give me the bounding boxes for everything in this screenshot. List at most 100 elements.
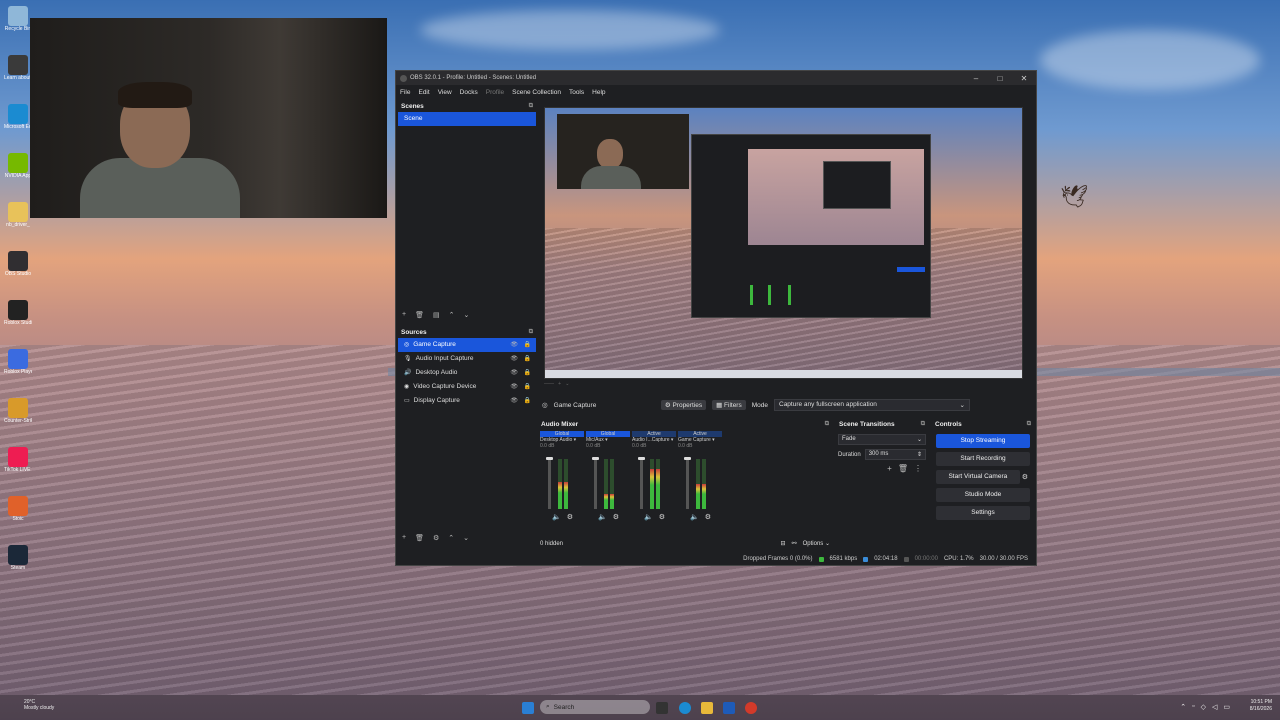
mute-speaker-icon[interactable]: 🔈 [690, 513, 699, 521]
visibility-eye-icon[interactable]: 👁 [510, 338, 518, 352]
scene-item[interactable]: Scene [398, 112, 536, 126]
remove-transition-icon[interactable]: 🗑 [898, 464, 908, 473]
visibility-eye-icon[interactable]: 👁 [510, 352, 518, 366]
volume-fader[interactable] [592, 457, 599, 509]
mute-speaker-icon[interactable]: 🔈 [598, 513, 607, 521]
start-recording-button[interactable]: Start Recording [936, 452, 1030, 466]
obs-window[interactable]: OBS 32.0.1 - Profile: Untitled - Scenes:… [395, 70, 1037, 566]
mixer-layout-icon[interactable]: ⊟ [781, 540, 786, 547]
taskbar-search[interactable]: ⌕ Search [540, 700, 650, 714]
program-preview[interactable] [544, 107, 1023, 379]
lock-icon[interactable]: 🔒 [524, 394, 531, 408]
duration-spinbox[interactable]: 300 ms ⇕ [864, 449, 926, 460]
volume-fader[interactable] [546, 457, 553, 509]
channel-settings-icon[interactable]: ⚙ [659, 513, 665, 521]
network-icon[interactable]: ◇ [1201, 703, 1206, 711]
file-explorer-icon[interactable] [701, 702, 713, 714]
studio-mode-button[interactable]: Studio Mode [936, 488, 1030, 502]
preview-zoom-controls[interactable]: —— + ⌄ [544, 381, 569, 387]
source-item[interactable]: ▭ Display Capture 👁 🔒 [398, 394, 536, 408]
virtual-camera-settings-icon[interactable]: ⚙ [1022, 473, 1028, 481]
filters-button[interactable]: ▦ Filters [712, 400, 746, 410]
channel-settings-icon[interactable]: ⚙ [567, 513, 573, 521]
lock-icon[interactable]: 🔒 [524, 352, 531, 366]
move-down-icon[interactable]: ⌄ [463, 534, 469, 542]
close-button[interactable]: ✕ [1012, 74, 1036, 83]
source-item[interactable]: 🎙 Audio Input Capture 👁 🔒 [398, 352, 536, 366]
desktop-icon[interactable]: Stoic [4, 496, 32, 522]
dock-float-icon[interactable]: ⧉ [529, 101, 533, 112]
battery-icon[interactable]: ▭ [1223, 703, 1230, 711]
lock-icon[interactable]: 🔒 [524, 338, 531, 352]
menu-profile[interactable]: Profile [486, 89, 504, 96]
visibility-eye-icon[interactable]: 👁 [510, 394, 518, 408]
desktop-icon[interactable]: Recycle Bin [4, 6, 32, 32]
obs-titlebar[interactable]: OBS 32.0.1 - Profile: Untitled - Scenes:… [396, 71, 1036, 85]
source-item[interactable]: 🔊 Desktop Audio 👁 🔒 [398, 366, 536, 380]
mixer-link-icon[interactable]: ⚯ [792, 540, 797, 547]
menu-tools[interactable]: Tools [569, 89, 584, 96]
fader-knob[interactable] [684, 457, 691, 460]
lock-icon[interactable]: 🔒 [524, 366, 531, 380]
menu-scene-collection[interactable]: Scene Collection [512, 89, 561, 96]
lock-icon[interactable]: 🔒 [524, 380, 531, 394]
fader-knob[interactable] [546, 457, 553, 460]
weather-widget[interactable]: 20°C Mostly cloudy [24, 699, 54, 711]
task-view-icon[interactable] [656, 702, 668, 714]
stop-streaming-button[interactable]: Stop Streaming [936, 434, 1030, 448]
mixer-options-button[interactable]: Options ⌄ [803, 540, 830, 547]
capture-mode-select[interactable]: Capture any fullscreen application ⌄ [774, 399, 970, 411]
edge-icon[interactable] [679, 702, 691, 714]
transition-menu-icon[interactable]: ⋮ [914, 464, 922, 473]
tray-overflow-icon[interactable]: ⌃ [1180, 703, 1186, 711]
menu-docks[interactable]: Docks [460, 89, 478, 96]
desktop-icon[interactable]: Roblox Studio [4, 300, 32, 326]
move-down-icon[interactable]: ⌄ [463, 311, 469, 319]
scene-filters-icon[interactable]: ▤ [433, 311, 440, 319]
menu-file[interactable]: File [400, 89, 410, 96]
fader-knob[interactable] [592, 457, 599, 460]
chrome-icon[interactable] [745, 702, 757, 714]
maximize-button[interactable]: □ [988, 74, 1012, 83]
channel-settings-icon[interactable]: ⚙ [705, 513, 711, 521]
source-item[interactable]: ◎ Game Capture 👁 🔒 [398, 338, 536, 352]
dock-float-icon[interactable]: ⧉ [825, 419, 829, 430]
volume-fader[interactable] [684, 457, 691, 509]
source-item[interactable]: ◉ Video Capture Device 👁 🔒 [398, 380, 536, 394]
start-virtual-camera-button[interactable]: Start Virtual Camera [936, 470, 1020, 484]
start-icon[interactable] [522, 702, 534, 714]
mute-speaker-icon[interactable]: 🔈 [644, 513, 653, 521]
dock-float-icon[interactable]: ⧉ [921, 419, 925, 430]
desktop-icon[interactable]: Steam [4, 545, 32, 571]
tray-app-icon[interactable]: ▫ [1192, 703, 1194, 711]
visibility-eye-icon[interactable]: 👁 [510, 366, 518, 380]
source-properties-icon[interactable]: ⚙ [433, 534, 439, 542]
store-icon[interactable] [723, 702, 735, 714]
settings-button[interactable]: Settings [936, 506, 1030, 520]
dock-float-icon[interactable]: ⧉ [1027, 419, 1031, 430]
remove-source-icon[interactable]: 🗑 [415, 534, 424, 542]
remove-scene-icon[interactable]: 🗑 [415, 311, 424, 319]
menu-edit[interactable]: Edit [418, 89, 429, 96]
minimize-button[interactable]: – [964, 74, 988, 83]
desktop-icon[interactable]: OBS Studio [4, 251, 32, 277]
add-source-icon[interactable]: + [402, 534, 406, 542]
dock-float-icon[interactable]: ⧉ [529, 327, 533, 338]
taskbar-clock[interactable]: 10:51 PM 8/16/2026 [1250, 699, 1272, 713]
add-transition-icon[interactable]: + [887, 464, 892, 473]
desktop-icon[interactable]: Counter-Strike [4, 398, 32, 424]
fader-knob[interactable] [638, 457, 645, 460]
desktop-icon[interactable]: nb_driver_ [4, 202, 32, 228]
desktop-icon[interactable]: Microsoft Edge [4, 104, 32, 130]
properties-button[interactable]: ⚙ Properties [660, 400, 707, 410]
desktop-icon[interactable]: Roblox Player [4, 349, 32, 375]
channel-settings-icon[interactable]: ⚙ [613, 513, 619, 521]
desktop-icon[interactable]: TikTok LIVE Studio [4, 447, 32, 473]
add-scene-icon[interactable]: + [402, 311, 406, 319]
transition-select[interactable]: Fade ⌄ [838, 434, 926, 445]
desktop-icon[interactable]: NVIDIA App [4, 153, 32, 179]
menu-help[interactable]: Help [592, 89, 605, 96]
mute-speaker-icon[interactable]: 🔈 [552, 513, 561, 521]
move-up-icon[interactable]: ⌃ [448, 534, 454, 542]
menu-view[interactable]: View [438, 89, 452, 96]
